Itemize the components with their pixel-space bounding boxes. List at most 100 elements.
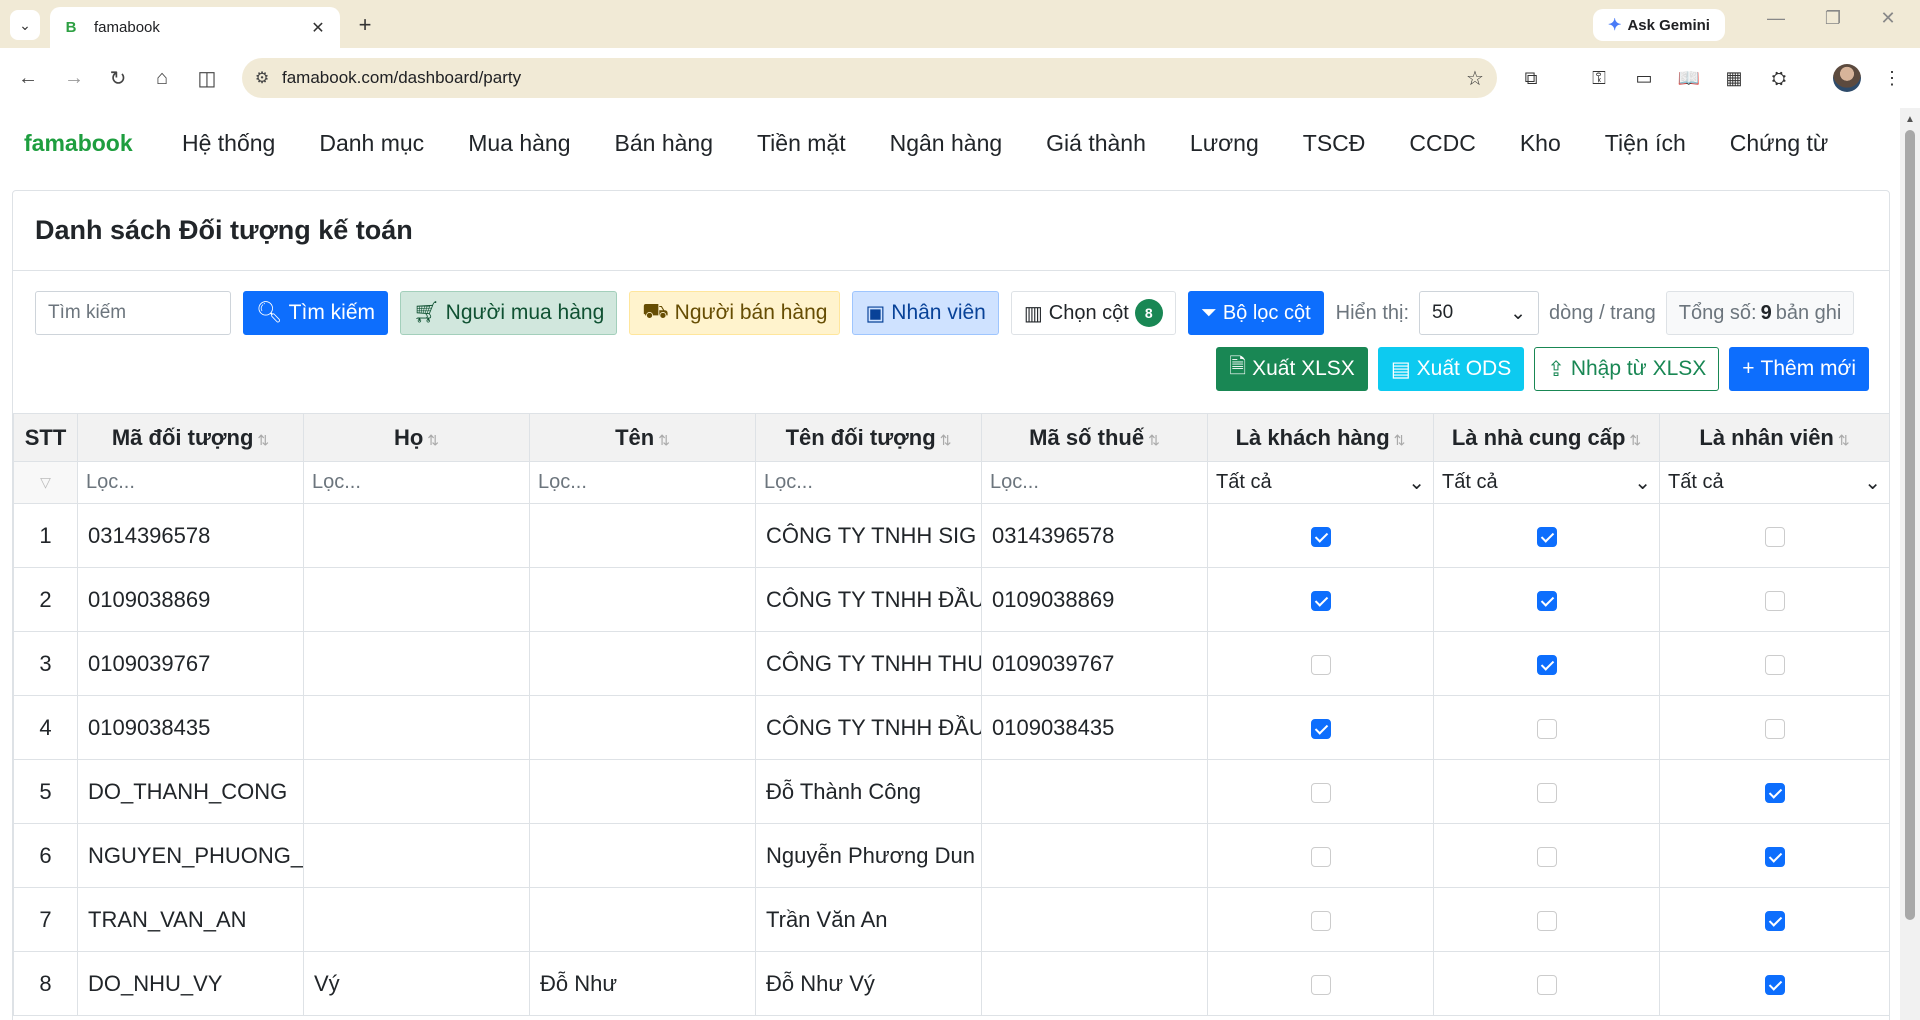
filter-customer-select[interactable]: Tất cả ⌄ <box>1207 461 1434 504</box>
incognito-icon[interactable]: ⛭ <box>1765 64 1793 92</box>
export-ods-button[interactable]: ▤ Xuất ODS <box>1377 347 1525 391</box>
header-is-supplier[interactable]: Là nhà cung cấp ⇅ <box>1433 413 1660 462</box>
column-filter-button[interactable]: ⏷ Bộ lọc cột <box>1187 291 1324 335</box>
bookmark-star-icon[interactable]: ☆ <box>1453 66 1497 91</box>
table-row[interactable]: 5 DO_THANH_CONG Đỗ Thành Công <box>13 759 1890 824</box>
import-xlsx-button[interactable]: ⇪ Nhập từ XLSX <box>1534 347 1720 391</box>
search-input[interactable]: Tìm kiếm <box>35 291 231 335</box>
is-employee-checkbox[interactable] <box>1764 654 1785 675</box>
menu-item-ngan-hang[interactable]: Ngân hàng <box>868 130 1025 157</box>
is-customer-checkbox[interactable] <box>1310 910 1331 931</box>
filter-supplier-select[interactable]: Tất cả ⌄ <box>1433 461 1660 504</box>
brand-logo[interactable]: famabook <box>24 130 133 157</box>
add-new-button[interactable]: + Thêm mới <box>1729 347 1869 391</box>
menu-item-gia-thanh[interactable]: Giá thành <box>1024 130 1168 157</box>
table-row[interactable]: 2 0109038869 CÔNG TY TNHH ĐẦU 0109038869 <box>13 567 1890 632</box>
filter-code-input[interactable]: Lọc... <box>77 461 304 504</box>
browser-tab[interactable]: B famabook ✕ <box>50 7 340 48</box>
is-customer-checkbox[interactable] <box>1310 654 1331 675</box>
home-icon[interactable]: ⌂ <box>148 64 176 92</box>
extensions-icon[interactable]: ⧉ <box>1517 64 1545 92</box>
table-row[interactable]: 3 0109039767 CÔNG TY TNHH THU 0109039767 <box>13 631 1890 696</box>
header-first-name[interactable]: Tên ⇅ <box>529 413 756 462</box>
is-supplier-checkbox[interactable] <box>1536 974 1557 995</box>
table-row[interactable]: 4 0109038435 CÔNG TY TNHH ĐẦU 0109038435 <box>13 695 1890 760</box>
back-icon[interactable]: ← <box>14 64 42 92</box>
profile-avatar[interactable] <box>1833 64 1861 92</box>
new-tab-icon[interactable]: + <box>352 12 378 38</box>
is-supplier-checkbox[interactable] <box>1536 526 1557 547</box>
payment-card-icon[interactable]: ▭ <box>1630 64 1658 92</box>
is-customer-checkbox[interactable] <box>1310 846 1331 867</box>
menu-item-ban-hang[interactable]: Bán hàng <box>593 130 735 157</box>
is-employee-checkbox[interactable] <box>1764 974 1785 995</box>
is-supplier-checkbox[interactable] <box>1536 782 1557 803</box>
header-is-customer[interactable]: Là khách hàng ⇅ <box>1207 413 1434 462</box>
is-customer-checkbox[interactable] <box>1310 718 1331 739</box>
table-icon[interactable]: ▦ <box>1720 64 1748 92</box>
export-xlsx-button[interactable]: 🗎 Xuất XLSX <box>1216 347 1368 391</box>
is-customer-checkbox[interactable] <box>1310 974 1331 995</box>
table-row[interactable]: 6 NGUYEN_PHUONG_ Nguyễn Phương Dun <box>13 823 1890 888</box>
table-row[interactable]: 1 0314396578 CÔNG TY TNHH SIG 0314396578 <box>13 503 1890 568</box>
close-tab-icon[interactable]: ✕ <box>308 18 328 38</box>
is-supplier-checkbox[interactable] <box>1536 910 1557 931</box>
menu-item-luong[interactable]: Lương <box>1168 130 1281 157</box>
buyer-filter-button[interactable]: 🛒︎ Người mua hàng <box>400 291 618 335</box>
page-scrollbar[interactable]: ▲ <box>1900 108 1920 1020</box>
reload-icon[interactable]: ↻ <box>104 64 132 92</box>
menu-item-danh-muc[interactable]: Danh mục <box>297 130 446 157</box>
search-button[interactable]: 🔍︎ Tìm kiếm <box>243 291 388 335</box>
more-menu-icon[interactable]: ⋮ <box>1878 64 1906 92</box>
is-supplier-checkbox[interactable] <box>1536 590 1557 611</box>
menu-item-ccdc[interactable]: CCDC <box>1387 130 1497 157</box>
table-row[interactable]: 8 DO_NHU_VY Vý Đỗ Như Đỗ Như Vý <box>13 951 1890 1016</box>
address-bar[interactable]: ⚙ famabook.com/dashboard/party ☆ <box>242 58 1497 98</box>
page-size-select[interactable]: 50 ⌄ <box>1419 291 1540 335</box>
is-supplier-checkbox[interactable] <box>1536 718 1557 739</box>
password-key-icon[interactable]: ⚿ <box>1585 64 1613 92</box>
scrollbar-thumb[interactable] <box>1905 130 1915 920</box>
is-supplier-checkbox[interactable] <box>1536 846 1557 867</box>
header-party-name[interactable]: Tên đối tượng ⇅ <box>755 413 982 462</box>
is-employee-checkbox[interactable] <box>1764 782 1785 803</box>
is-employee-checkbox[interactable] <box>1764 846 1785 867</box>
employee-filter-button[interactable]: ▣ Nhân viên <box>852 291 999 335</box>
tab-search-icon[interactable]: ⌄ <box>10 10 40 40</box>
menu-item-tscd[interactable]: TSCĐ <box>1281 130 1388 157</box>
filter-employee-select[interactable]: Tất cả ⌄ <box>1659 461 1890 504</box>
seller-filter-button[interactable]: ⛟ Người bán hàng <box>629 291 841 335</box>
table-row[interactable]: 7 TRAN_VAN_AN Trần Văn An <box>13 887 1890 952</box>
is-customer-checkbox[interactable] <box>1310 782 1331 803</box>
is-employee-checkbox[interactable] <box>1764 910 1785 931</box>
reading-mode-icon[interactable]: 📖 <box>1675 64 1703 92</box>
filter-tax-code-input[interactable]: Lọc... <box>981 461 1208 504</box>
menu-item-he-thong[interactable]: Hệ thống <box>160 130 297 157</box>
is-customer-checkbox[interactable] <box>1310 526 1331 547</box>
filter-first-name-input[interactable]: Lọc... <box>529 461 756 504</box>
split-view-icon[interactable]: ◫ <box>193 64 221 92</box>
menu-item-mua-hang[interactable]: Mua hàng <box>446 130 592 157</box>
menu-item-kho[interactable]: Kho <box>1498 130 1583 157</box>
menu-item-chung-tu[interactable]: Chứng từ <box>1708 130 1851 157</box>
minimize-icon[interactable]: — <box>1756 8 1796 29</box>
is-supplier-checkbox[interactable] <box>1536 654 1557 675</box>
url-text[interactable]: famabook.com/dashboard/party <box>282 68 1453 88</box>
is-employee-checkbox[interactable] <box>1764 718 1785 739</box>
filter-last-name-input[interactable]: Lọc... <box>303 461 530 504</box>
scroll-up-icon[interactable]: ▲ <box>1905 114 1915 125</box>
close-window-icon[interactable]: ✕ <box>1868 8 1908 29</box>
is-employee-checkbox[interactable] <box>1764 526 1785 547</box>
is-employee-checkbox[interactable] <box>1764 590 1785 611</box>
header-code[interactable]: Mã đối tượng ⇅ <box>77 413 304 462</box>
restore-icon[interactable]: ❐ <box>1813 8 1853 29</box>
menu-item-tien-ich[interactable]: Tiện ích <box>1583 130 1708 157</box>
forward-icon[interactable]: → <box>60 64 88 92</box>
is-customer-checkbox[interactable] <box>1310 590 1331 611</box>
header-last-name[interactable]: Họ ⇅ <box>303 413 530 462</box>
header-tax-code[interactable]: Mã số thuế ⇅ <box>981 413 1208 462</box>
choose-columns-button[interactable]: ▥ Chọn cột 8 <box>1010 291 1176 335</box>
filter-party-name-input[interactable]: Lọc... <box>755 461 982 504</box>
menu-item-tien-mat[interactable]: Tiền mặt <box>735 130 868 157</box>
ask-gemini-button[interactable]: ✦ Ask Gemini <box>1593 9 1725 41</box>
